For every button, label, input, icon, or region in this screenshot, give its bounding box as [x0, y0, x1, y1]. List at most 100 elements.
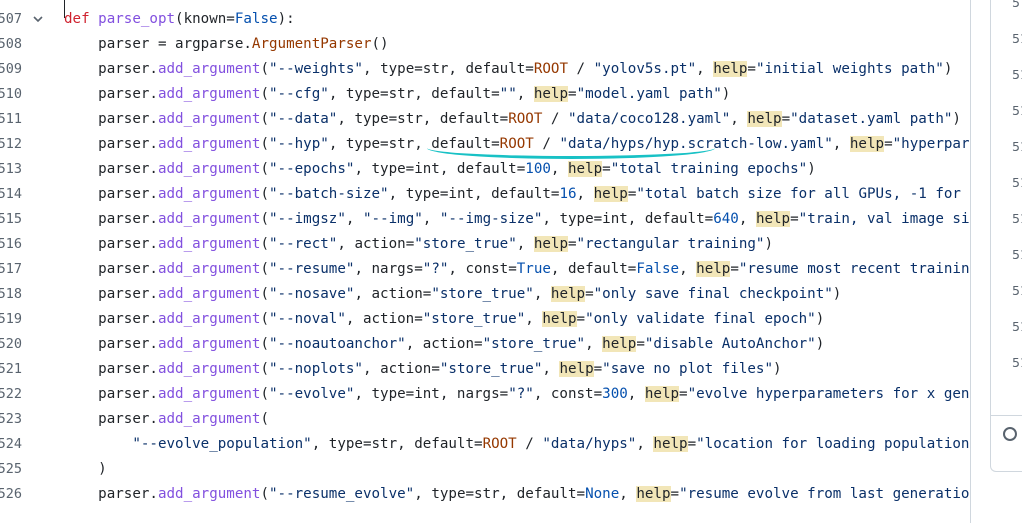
code-token: =	[585, 286, 594, 302]
code-token: ,	[345, 211, 363, 227]
code-token: "only validate final epoch"	[585, 311, 816, 327]
code-token: "yolov5s.pt"	[593, 61, 697, 77]
code-token: add_argument	[157, 136, 261, 152]
code-line[interactable]: 520 parser.add_argument("--noautoanchor"…	[0, 332, 970, 357]
code-token: add_argument	[157, 386, 261, 402]
highlighted-token: help	[533, 236, 568, 252]
code-token: ,	[516, 86, 534, 102]
code-token: "disable AutoAnchor"	[644, 336, 816, 352]
code-token: ,	[696, 61, 714, 77]
code-token: "model.yaml path"	[576, 86, 722, 102]
code-token: , action=	[345, 311, 423, 327]
highlighted-token: help	[747, 111, 782, 127]
highlighted-token: help	[559, 361, 594, 377]
code-token: parser.	[64, 236, 158, 252]
code-line[interactable]: 508 parser = argparse.ArgumentParser()	[0, 32, 970, 57]
code-line[interactable]: 521 parser.add_argument("--noplots", act…	[0, 357, 970, 382]
line-number: 518	[0, 286, 22, 302]
code-token: parser = argparse.	[64, 36, 252, 52]
code-token: ,	[679, 261, 697, 277]
code-text: parser.add_argument("--resume", nargs="?…	[64, 257, 970, 282]
code-token: )	[815, 336, 825, 352]
code-line[interactable]: 509 parser.add_argument("--weights", typ…	[0, 57, 970, 82]
code-editor[interactable]: 506507def parse_opt(known=False):508 par…	[0, 0, 970, 523]
code-token: ,	[542, 361, 560, 377]
line-number: 508	[0, 36, 22, 52]
code-token: (	[260, 211, 270, 227]
side-panel-line-number: 51	[1012, 175, 1022, 190]
code-token: , type=int, default=	[354, 161, 526, 177]
code-token: "rectangular training"	[576, 236, 765, 252]
line-number: 510	[0, 86, 22, 102]
line-number: 516	[0, 236, 22, 252]
code-token: , action=	[405, 336, 483, 352]
code-token: add_argument	[157, 111, 261, 127]
code-token: "--batch-size"	[269, 186, 389, 202]
code-line[interactable]: 524 "--evolve_population", type=str, def…	[0, 432, 970, 457]
code-token: "--cfg"	[269, 86, 329, 102]
code-token: ROOT	[508, 111, 543, 127]
code-token: ArgumentParser	[251, 36, 372, 52]
code-text: parser.add_argument("--noval", action="s…	[64, 307, 824, 332]
code-token: ,	[550, 161, 568, 177]
code-token: parser.	[64, 86, 158, 102]
line-number: 511	[0, 111, 22, 127]
highlighted-token: help	[696, 261, 731, 277]
code-token: =	[593, 361, 603, 377]
code-token: (	[260, 61, 270, 77]
code-token: ,	[576, 186, 594, 202]
code-token: (	[260, 311, 270, 327]
code-line[interactable]: 522 parser.add_argument("--evolve", type…	[0, 382, 970, 407]
code-line[interactable]: 525 )	[0, 457, 970, 482]
code-token: "dataset.yaml path"	[790, 111, 953, 127]
code-text: parser.add_argument("--weights", type=st…	[64, 57, 952, 82]
search-icon[interactable]	[1003, 427, 1017, 441]
code-token: "only save final checkpoint"	[593, 286, 833, 302]
code-token: parser.	[64, 336, 158, 352]
code-token: )	[943, 61, 953, 77]
code-line[interactable]: 515 parser.add_argument("--imgsz", "--im…	[0, 207, 970, 232]
code-line[interactable]: 519 parser.add_argument("--noval", actio…	[0, 307, 970, 332]
code-line[interactable]: 507 def parse_opt(known=False):	[0, 7, 970, 32]
code-token: , type=int, default=	[542, 211, 714, 227]
code-token: "store_true"	[414, 236, 517, 252]
code-token: )	[764, 236, 774, 252]
code-token: "hyperparamet	[892, 136, 970, 152]
code-line[interactable]: 506	[0, 0, 970, 7]
side-panel-line-number: 51	[1012, 355, 1022, 370]
code-token: ,	[422, 211, 440, 227]
highlighted-token: help	[602, 336, 637, 352]
code-token: (	[260, 111, 270, 127]
code-line[interactable]: 513 parser.add_argument("--epochs", type…	[0, 157, 970, 182]
code-line[interactable]: 517 parser.add_argument("--resume", narg…	[0, 257, 970, 282]
code-token: ,	[585, 336, 603, 352]
code-line[interactable]: 511 parser.add_argument("--data", type=s…	[0, 107, 970, 132]
code-token: True	[516, 261, 551, 277]
code-token: ,	[525, 311, 543, 327]
code-token: "--weights"	[269, 61, 363, 77]
code-token: "--epochs"	[269, 161, 355, 177]
code-token: , type=str, default=	[337, 111, 509, 127]
code-token: /	[568, 61, 594, 77]
code-line[interactable]: 523 parser.add_argument(	[0, 407, 970, 432]
code-token: , default=	[550, 261, 637, 277]
code-text: parser.add_argument("--data", type=str, …	[64, 107, 961, 132]
code-token: parse_opt	[98, 11, 176, 27]
panel-divider[interactable]	[970, 0, 971, 523]
chevron-down-icon[interactable]	[30, 7, 46, 32]
code-line[interactable]: 510 parser.add_argument("--cfg", type=st…	[0, 82, 970, 107]
code-token: "?"	[508, 386, 534, 402]
code-token: (	[260, 336, 270, 352]
code-line[interactable]: 518 parser.add_argument("--nosave", acti…	[0, 282, 970, 307]
code-token: None	[585, 486, 620, 502]
line-number: 523	[0, 411, 22, 427]
code-line[interactable]: 526 parser.add_argument("--resume_evolve…	[0, 482, 970, 507]
code-token: parser.	[64, 186, 158, 202]
code-line[interactable]: 514 parser.add_argument("--batch-size", …	[0, 182, 970, 207]
code-token: add_argument	[157, 261, 261, 277]
line-number: 513	[0, 161, 22, 177]
code-token: =	[568, 86, 577, 102]
code-token: "--resume"	[269, 261, 355, 277]
code-line[interactable]: 516 parser.add_argument("--rect", action…	[0, 232, 970, 257]
